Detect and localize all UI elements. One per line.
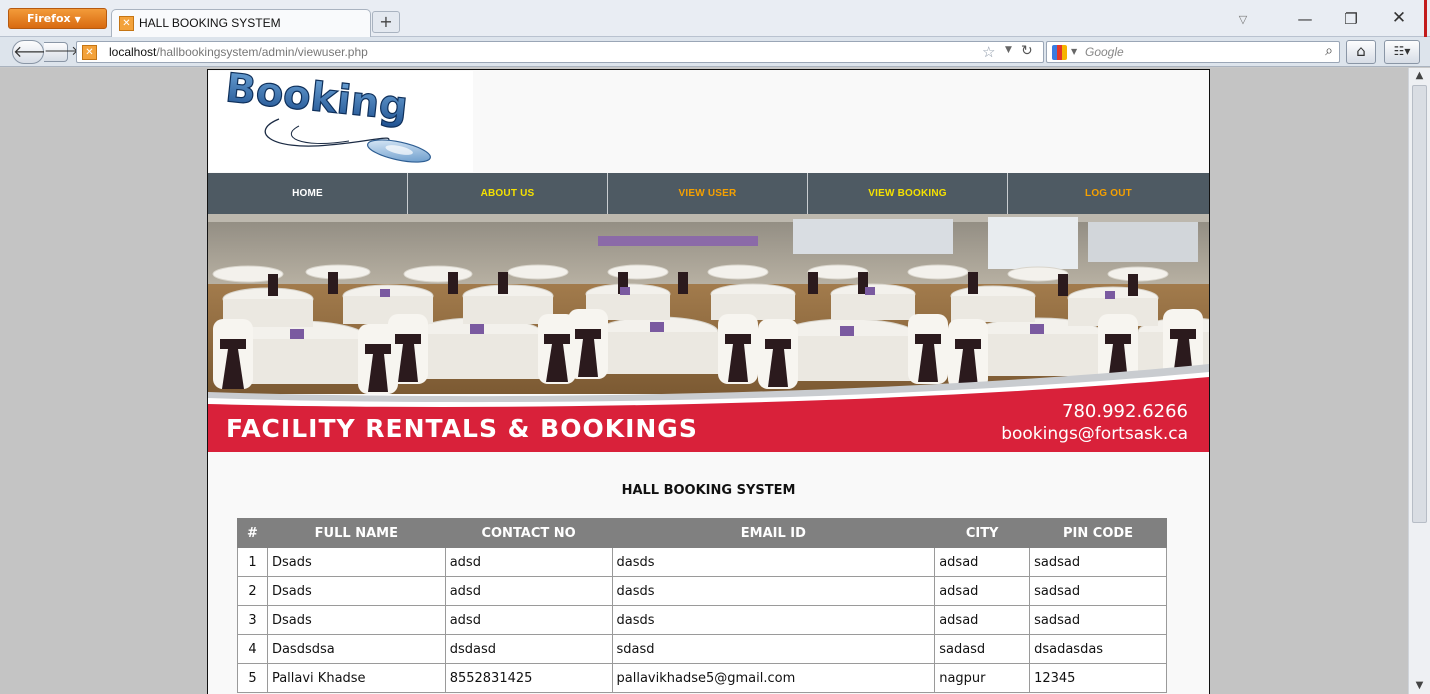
scrollbar-thumb[interactable] — [1412, 85, 1427, 523]
column-header-full-name: FULL NAME — [266, 518, 446, 548]
nav-view-booking[interactable]: VIEW BOOKING — [808, 173, 1008, 214]
cell-full-name: Pallavi Khadse — [266, 663, 446, 693]
cell-email-id: dasds — [611, 547, 936, 577]
browser-titlebar: Firefox ▼ ✕ HALL BOOKING SYSTEM + ▽ — ❐ ✕ — [0, 0, 1430, 37]
home-button[interactable]: ⌂ — [1346, 40, 1376, 64]
tab-list-icon[interactable]: ▽ — [1228, 13, 1258, 26]
cell-email-id: dasds — [611, 605, 936, 635]
page-favicon-icon: ✕ — [119, 16, 134, 31]
nav-view-booking-label: VIEW BOOKING — [868, 188, 947, 199]
history-dropdown-icon[interactable]: ▼ — [1005, 45, 1012, 55]
column-header-pin-code: PIN CODE — [1029, 518, 1167, 548]
cell-contact-no: dsdasd — [444, 634, 613, 664]
cell-full-name: Dsads — [266, 576, 446, 606]
nav-log-out-label: LOG OUT — [1085, 188, 1132, 199]
banner-image: FACILITY RENTALS & BOOKINGS 780.992.6266… — [208, 214, 1209, 452]
nav-home[interactable]: HOME — [208, 173, 408, 214]
logo-graphic: Booking — [223, 71, 431, 163]
cell-contact-no: 8552831425 — [444, 663, 613, 693]
search-engine-icon[interactable] — [1052, 45, 1067, 60]
minimize-button[interactable]: — — [1290, 10, 1320, 28]
back-button[interactable]: 🡐 — [12, 40, 56, 64]
cell-full-name: Dsads — [266, 605, 446, 635]
bookmarks-button[interactable]: ☷▾ — [1384, 40, 1420, 64]
back-forward-group: 🡐 🡒 — [12, 40, 79, 64]
cell-city: sadasd — [934, 634, 1031, 664]
nav-about-us-label: ABOUT US — [480, 188, 535, 199]
banner-headline: FACILITY RENTALS & BOOKINGS — [226, 414, 698, 443]
cell-city: adsad — [934, 605, 1031, 635]
new-tab-button[interactable]: + — [372, 11, 400, 33]
scroll-up-arrow-icon[interactable]: ▲ — [1409, 68, 1430, 84]
cell-email-id: pallavikhadse5@gmail.com — [611, 663, 936, 693]
cell-number: 1 — [237, 547, 268, 577]
firefox-menu-label: Firefox — [27, 12, 71, 25]
table-header-row: # FULL NAME CONTACT NO EMAIL ID CITY PIN… — [237, 518, 1167, 548]
cell-full-name: Dasdsdsa — [266, 634, 446, 664]
cell-pin-code: 12345 — [1029, 663, 1167, 693]
table-row: 2 Dsads adsd dasds adsad sadsad — [237, 576, 1167, 606]
cell-number: 2 — [237, 576, 268, 606]
nav-home-label: HOME — [292, 188, 323, 199]
browser-tab[interactable]: ✕ HALL BOOKING SYSTEM — [111, 9, 371, 37]
window-edge — [1424, 0, 1427, 37]
main-navigation: HOME ABOUT US VIEW USER VIEW BOOKING LOG… — [208, 173, 1209, 214]
table-row: 3 Dsads adsd dasds adsad sadsad — [237, 605, 1167, 635]
cell-city: adsad — [934, 576, 1031, 606]
nav-about-us[interactable]: ABOUT US — [408, 173, 608, 214]
page-container: Booking HOME ABOUT US VIEW USER VIEW BOO… — [207, 69, 1210, 694]
cell-pin-code: sadsad — [1029, 605, 1167, 635]
search-placeholder: Google — [1085, 45, 1124, 59]
table-row: 4 Dasdsdsa dsdasd sdasd sadasd dsadasdas — [237, 634, 1167, 664]
page-title: HALL BOOKING SYSTEM — [621, 483, 796, 498]
cell-email-id: dasds — [611, 576, 936, 606]
url-text: localhost/hallbookingsystem/admin/viewus… — [109, 45, 368, 59]
cell-city: adsad — [934, 547, 1031, 577]
column-header-email-id: EMAIL ID — [611, 518, 936, 548]
table-row: 5 Pallavi Khadse 8552831425 pallavikhads… — [237, 663, 1167, 693]
nav-log-out[interactable]: LOG OUT — [1008, 173, 1209, 214]
site-logo[interactable]: Booking — [209, 71, 473, 172]
address-bar[interactable]: ✕ localhost/hallbookingsystem/admin/view… — [76, 41, 1044, 63]
vertical-scrollbar[interactable]: ▲ ▼ — [1408, 68, 1430, 694]
navigation-toolbar: 🡐 🡒 ✕ localhost/hallbookingsystem/admin/… — [0, 37, 1430, 67]
facility-banner: FACILITY RENTALS & BOOKINGS 780.992.6266… — [208, 214, 1209, 452]
nav-view-user[interactable]: VIEW USER — [608, 173, 808, 214]
close-window-button[interactable]: ✕ — [1384, 8, 1414, 28]
cell-number: 5 — [237, 663, 268, 693]
column-header-contact-no: CONTACT NO — [444, 518, 613, 548]
cell-number: 4 — [237, 634, 268, 664]
cell-contact-no: adsd — [444, 576, 613, 606]
users-table: # FULL NAME CONTACT NO EMAIL ID CITY PIN… — [237, 518, 1167, 693]
chevron-down-icon: ▼ — [74, 15, 81, 24]
search-bar[interactable]: ▼ Google ⌕ — [1046, 41, 1340, 63]
page-viewport: Booking HOME ABOUT US VIEW USER VIEW BOO… — [0, 68, 1408, 694]
nav-view-user-label: VIEW USER — [678, 188, 737, 199]
tab-title: HALL BOOKING SYSTEM — [139, 16, 281, 30]
forward-button[interactable]: 🡒 — [44, 42, 79, 62]
cell-contact-no: adsd — [444, 547, 613, 577]
bookmark-star-icon[interactable]: ☆ — [982, 43, 995, 61]
cell-pin-code: sadsad — [1029, 576, 1167, 606]
scroll-down-arrow-icon[interactable]: ▼ — [1409, 678, 1430, 694]
cell-full-name: Dsads — [266, 547, 446, 577]
cell-email-id: sdasd — [611, 634, 936, 664]
banner-phone: 780.992.6266 — [1062, 401, 1188, 422]
reload-icon[interactable]: ↻ — [1021, 43, 1033, 59]
logo-text: Booking — [223, 71, 410, 130]
cell-number: 3 — [237, 605, 268, 635]
banner-email: bookings@fortsask.ca — [1001, 424, 1188, 444]
column-header-number: # — [237, 518, 268, 548]
search-engine-dropdown-icon[interactable]: ▼ — [1071, 47, 1077, 56]
site-identity-icon[interactable]: ✕ — [82, 45, 97, 60]
column-header-city: CITY — [934, 518, 1031, 548]
cell-contact-no: adsd — [444, 605, 613, 635]
table-row: 1 Dsads adsd dasds adsad sadsad — [237, 547, 1167, 577]
cell-pin-code: sadsad — [1029, 547, 1167, 577]
firefox-menu-button[interactable]: Firefox ▼ — [8, 8, 107, 29]
search-icon[interactable]: ⌕ — [1325, 43, 1333, 59]
cell-pin-code: dsadasdas — [1029, 634, 1167, 664]
cell-city: nagpur — [934, 663, 1031, 693]
restore-button[interactable]: ❐ — [1336, 10, 1366, 28]
